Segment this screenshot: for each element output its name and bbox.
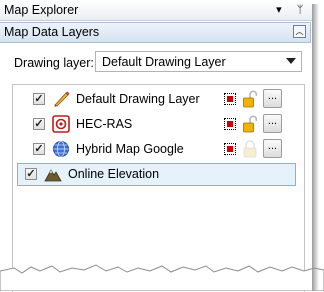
layer-list: ✓ Default Drawing Layer ... ✓ HEC-RAS ..… (12, 84, 305, 292)
layer-symbol-swatch[interactable] (224, 143, 236, 155)
torn-edge (0, 264, 324, 291)
layer-row-hybrid-map-google[interactable]: ✓ Hybrid Map Google ... (21, 138, 295, 161)
section-title: Map Data Layers (4, 25, 100, 39)
unlocked-padlock-icon[interactable] (243, 115, 257, 133)
title-buttons: ▾ ᛘ (267, 3, 306, 16)
layer-visibility-checkbox[interactable]: ✓ (25, 168, 37, 180)
layer-name: HEC-RAS (76, 117, 133, 131)
unlocked-padlock-icon[interactable] (243, 90, 257, 108)
map-explorer-panel: Map Explorer ▾ ᛘ Map Data Layers ︿ Drawi… (0, 0, 324, 292)
panel-shadow (312, 4, 319, 291)
pencil-icon (54, 91, 70, 107)
padlock-disabled-icon (243, 140, 257, 158)
collapse-icon[interactable]: ︿ (293, 25, 306, 38)
mountain-icon (44, 169, 62, 182)
section-header-map-data-layers[interactable]: Map Data Layers ︿ (0, 22, 311, 43)
layer-name: Online Elevation (68, 167, 160, 181)
layer-row-online-elevation[interactable]: ✓ Online Elevation (17, 163, 296, 186)
panel-titlebar: Map Explorer ▾ ᛘ (0, 0, 312, 21)
drawing-layer-row: Drawing layer: Default Drawing Layer (0, 50, 312, 74)
panel-title: Map Explorer (4, 3, 79, 17)
layer-name: Hybrid Map Google (76, 142, 184, 156)
drawing-layer-label: Drawing layer: (14, 56, 94, 70)
layer-row-hec-ras[interactable]: ✓ HEC-RAS ... (21, 113, 295, 136)
layer-visibility-checkbox[interactable]: ✓ (33, 143, 45, 155)
layer-options-button[interactable]: ... (263, 139, 282, 158)
pin-icon[interactable]: ᛘ (294, 4, 306, 16)
layer-row-default-drawing-layer[interactable]: ✓ Default Drawing Layer ... (21, 88, 295, 111)
drawing-layer-select[interactable]: Default Drawing Layer (95, 51, 302, 72)
chevron-down-icon[interactable] (286, 58, 296, 64)
layer-name: Default Drawing Layer (76, 92, 200, 106)
layer-options-button[interactable]: ... (263, 114, 282, 133)
layer-visibility-checkbox[interactable]: ✓ (33, 118, 45, 130)
layer-symbol-swatch[interactable] (224, 93, 236, 105)
drawing-layer-value: Default Drawing Layer (102, 55, 226, 69)
layer-symbol-swatch[interactable] (224, 118, 236, 130)
layer-visibility-checkbox[interactable]: ✓ (33, 93, 45, 105)
dropdown-arrow-icon[interactable]: ▾ (273, 3, 285, 16)
globe-icon (53, 141, 69, 157)
layer-options-button[interactable]: ... (263, 89, 282, 108)
hec-ras-icon (52, 115, 70, 133)
